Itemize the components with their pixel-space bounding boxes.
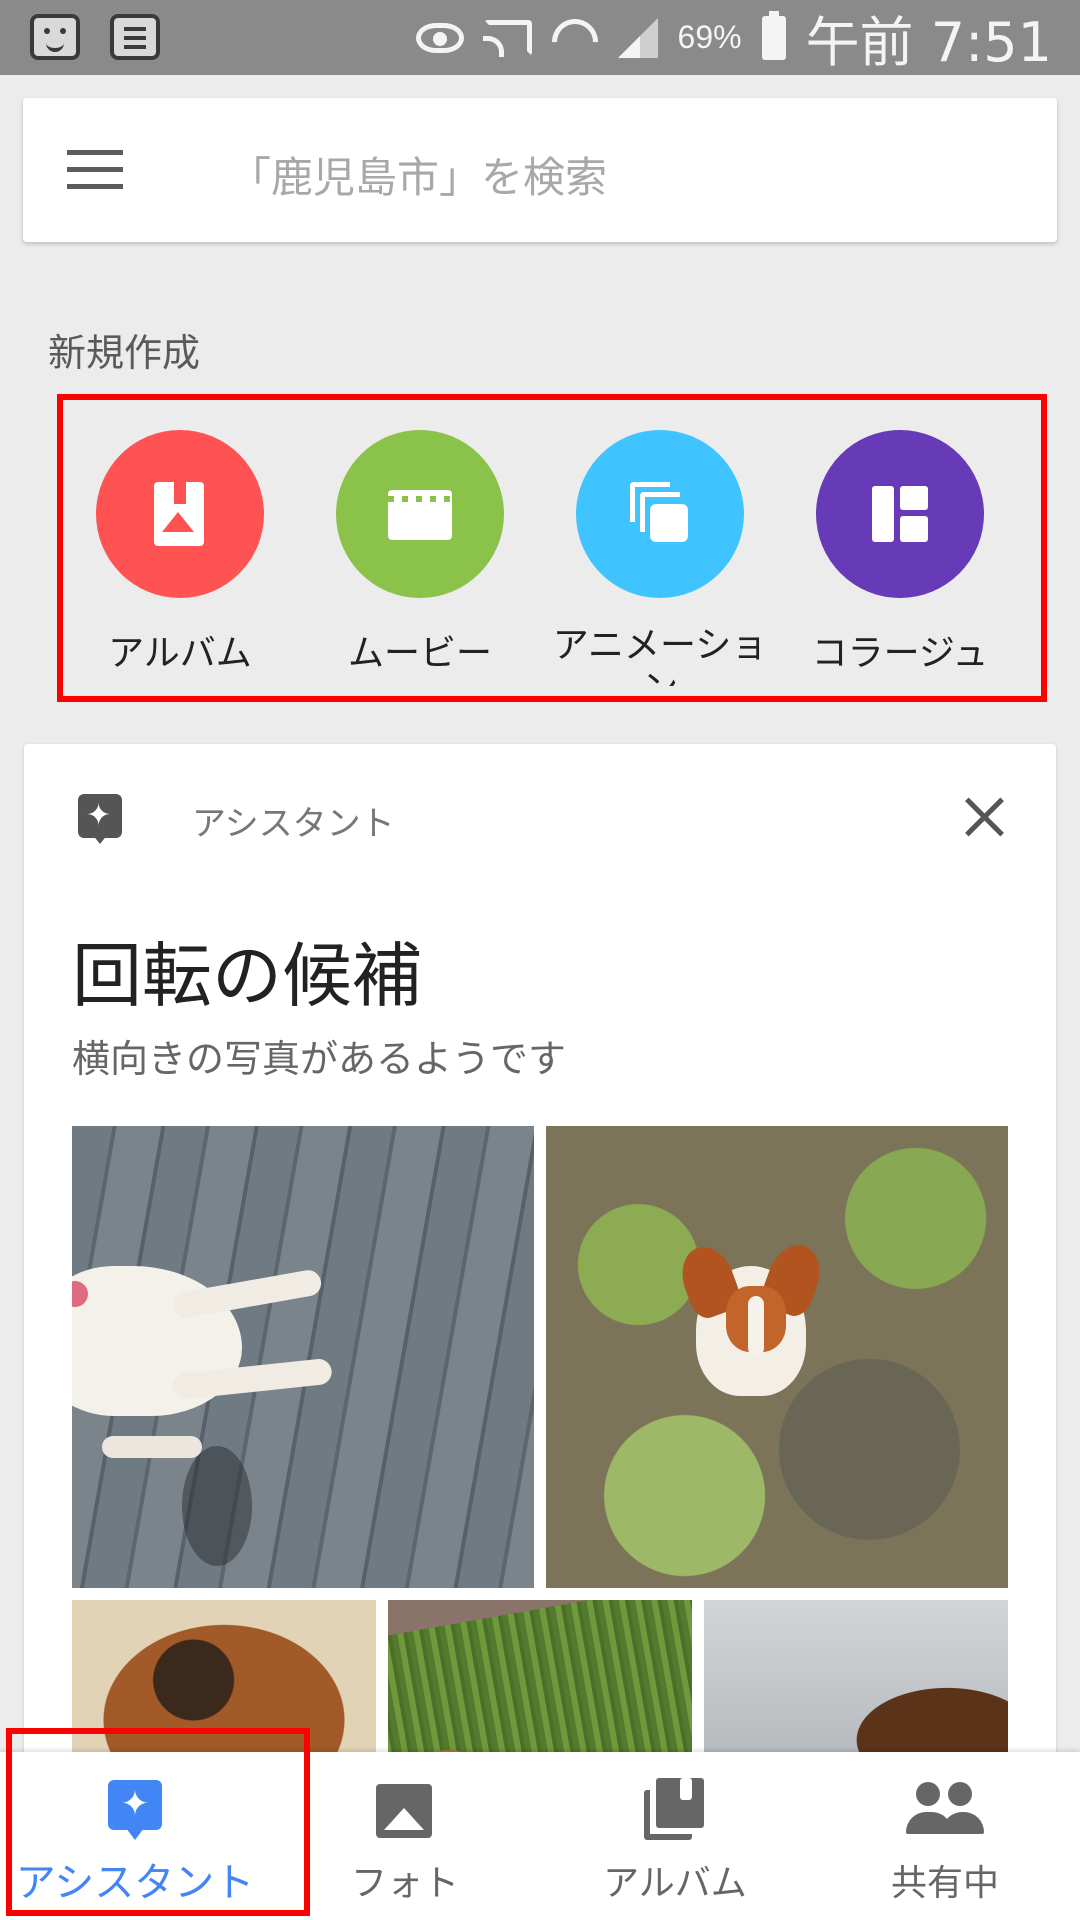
animation-icon [576, 430, 744, 598]
create-animation-button[interactable]: アニメーション [540, 430, 780, 686]
battery-percent: 69% [677, 19, 742, 55]
assistant-icon: ✦ [78, 794, 122, 844]
photo-icon [376, 1784, 432, 1838]
card-title: 回転の候補 [72, 935, 422, 1017]
create-collage-button[interactable]: コラージュ [780, 430, 1020, 680]
create-movie-button[interactable]: ムービー [300, 430, 540, 680]
create-movie-label: ムービー [347, 633, 492, 674]
nav-sharing[interactable]: 共有中 [810, 1752, 1080, 1920]
notification-note-icon [110, 14, 160, 60]
search-bar[interactable]: 「鹿児島市」を検索 [23, 98, 1057, 242]
create-section-title: 新規作成 [48, 331, 201, 375]
photo-thumbnail[interactable] [72, 1126, 534, 1588]
notification-face-icon [30, 14, 80, 60]
create-items: アルバム ムービー アニメーション コラージュ [60, 430, 1020, 686]
photo-thumbnail[interactable] [546, 1126, 1008, 1588]
create-album-button[interactable]: アルバム [60, 430, 300, 680]
highlight-box-nav [6, 1728, 310, 1916]
menu-icon[interactable] [67, 150, 125, 190]
card-subtitle: 横向きの写真があるようです [72, 1037, 567, 1081]
nav-sharing-label: 共有中 [890, 1863, 999, 1904]
album-icon [644, 1778, 704, 1840]
nav-photos-label: フォト [350, 1863, 459, 1904]
create-album-label: アルバム [108, 633, 252, 674]
create-collage-label: コラージュ [811, 633, 989, 674]
eye-icon [415, 22, 464, 53]
collage-icon [816, 430, 984, 598]
nav-albums[interactable]: アルバム [540, 1752, 810, 1920]
people-icon [906, 1782, 984, 1836]
album-icon [96, 430, 264, 598]
status-bar: 69% 午前 7:51 [0, 0, 1080, 75]
movie-icon [336, 430, 504, 598]
signal-icon [617, 17, 658, 58]
create-animation-label: アニメーション [552, 625, 768, 686]
assistant-card-label: アシスタント [192, 804, 395, 844]
wifi-icon [552, 15, 598, 61]
cast-icon [482, 19, 532, 57]
close-icon[interactable] [962, 794, 1008, 840]
battery-icon [761, 10, 786, 60]
search-input[interactable]: 「鹿児島市」を検索 [229, 144, 607, 205]
clock: 午前 7:51 [805, 11, 1052, 74]
nav-albums-label: アルバム [603, 1863, 747, 1904]
nav-photos[interactable]: フォト [270, 1752, 540, 1920]
